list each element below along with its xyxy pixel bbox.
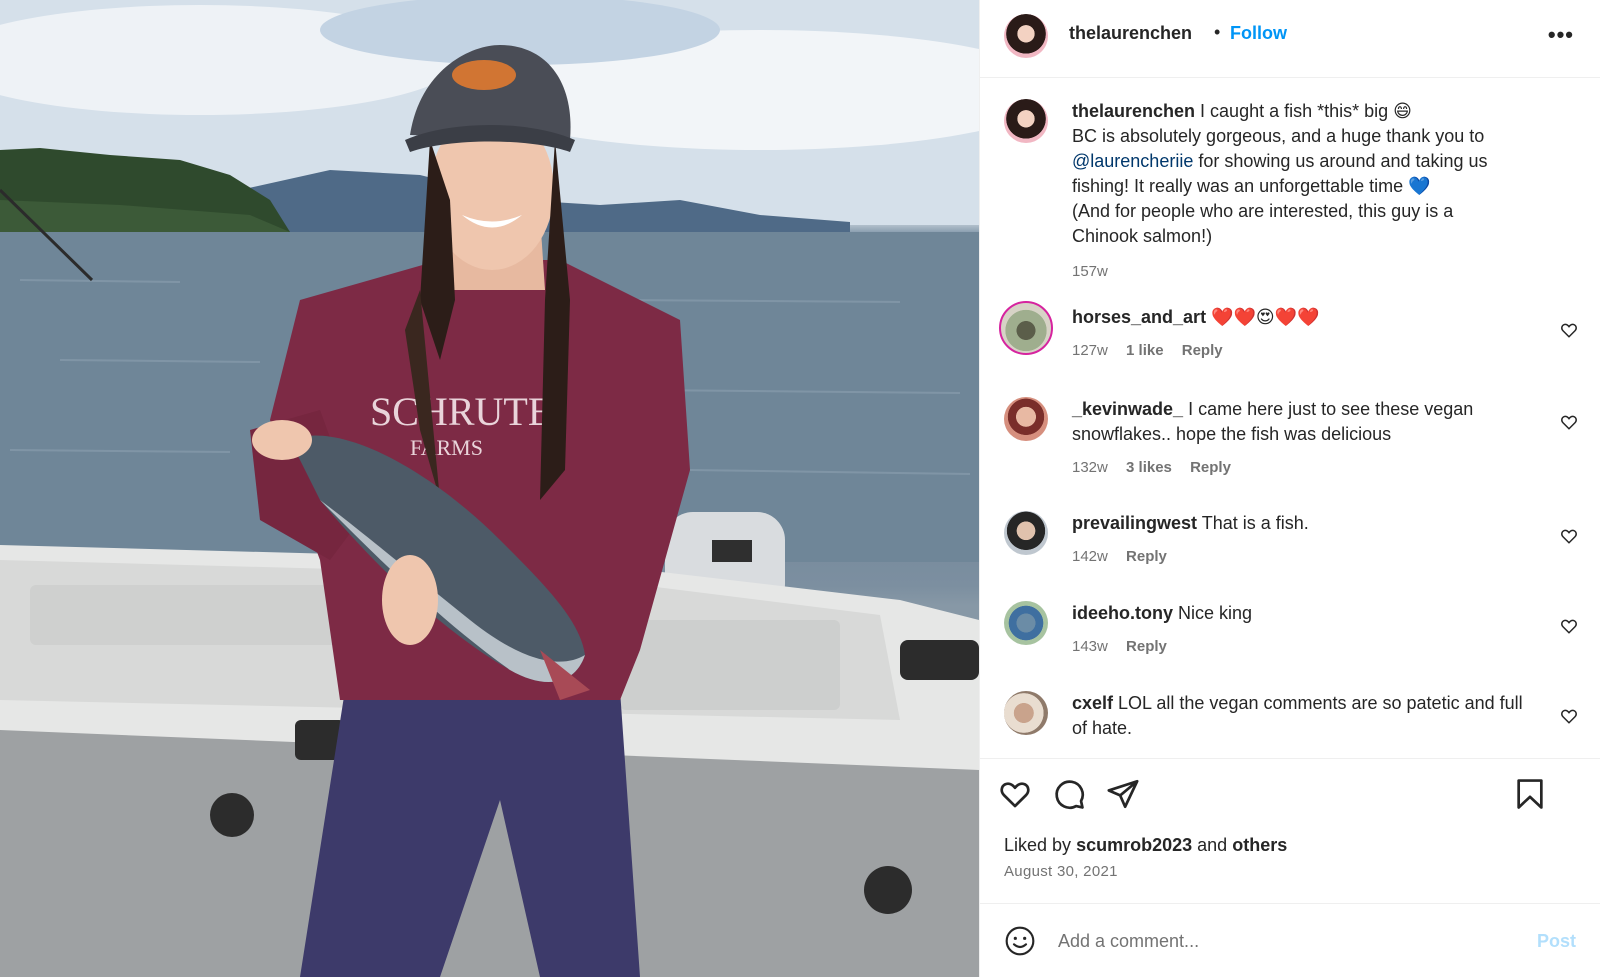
comment-avatar[interactable] bbox=[1004, 511, 1048, 555]
post-comment-button[interactable]: Post bbox=[1537, 931, 1576, 952]
comment-icon[interactable] bbox=[1052, 777, 1086, 811]
comment-time[interactable]: 143w bbox=[1072, 638, 1108, 655]
comment-text: ❤️❤️😍❤️❤️ bbox=[1211, 307, 1320, 327]
author-username[interactable]: thelaurenchen bbox=[1069, 23, 1192, 44]
comment-text: Nice king bbox=[1178, 603, 1253, 623]
post-details-panel: thelaurenchen • Follow ••• thelaurenchen… bbox=[979, 0, 1600, 977]
comment-username[interactable]: cxelf bbox=[1072, 693, 1113, 713]
caption-mention-link[interactable]: @laurencheriie bbox=[1072, 151, 1193, 171]
comment-text: LOL all the vegan comments are so pateti… bbox=[1072, 693, 1523, 738]
header-separator: • bbox=[1214, 22, 1221, 42]
comment-like-heart-icon[interactable] bbox=[1560, 527, 1578, 545]
comment-username[interactable]: _kevinwade_ bbox=[1072, 399, 1183, 419]
comment-like-heart-icon[interactable] bbox=[1560, 321, 1578, 339]
author-avatar[interactable] bbox=[1004, 14, 1048, 58]
add-comment-bar: Post bbox=[980, 903, 1600, 977]
sweater-print-decorative: SCHRUTE bbox=[370, 389, 552, 434]
comment-reply-button[interactable]: Reply bbox=[1190, 459, 1231, 476]
post-photo: SCHRUTE FARMS bbox=[0, 0, 979, 977]
caption-line-3: for showing us around and taking us bbox=[1198, 151, 1488, 171]
caption-line-1: I caught a fish *this* big 😄 bbox=[1200, 101, 1412, 121]
caption-line-4: fishing! It really was an unforgettable … bbox=[1072, 176, 1431, 196]
bookmark-icon[interactable] bbox=[1513, 777, 1547, 811]
comment-reply-button[interactable]: Reply bbox=[1182, 342, 1223, 359]
caption-line-2: BC is absolutely gorgeous, and a huge th… bbox=[1072, 126, 1485, 146]
post-header: thelaurenchen • Follow ••• bbox=[980, 0, 1600, 78]
post-actions: Liked by scumrob2023 and others August 3… bbox=[980, 758, 1600, 903]
comment-time[interactable]: 142w bbox=[1072, 548, 1108, 565]
sweater-print-decorative-2: FARMS bbox=[410, 435, 483, 460]
likes-prefix: Liked by bbox=[1004, 835, 1072, 855]
photo-illustration: SCHRUTE FARMS bbox=[0, 0, 979, 977]
comment-username[interactable]: prevailingwest bbox=[1072, 513, 1197, 533]
likes-others-link[interactable]: others bbox=[1232, 835, 1287, 855]
likes-user-link[interactable]: scumrob2023 bbox=[1076, 835, 1192, 855]
comment-avatar[interactable] bbox=[1004, 601, 1048, 645]
caption-avatar[interactable] bbox=[1004, 99, 1048, 143]
comment-avatar[interactable] bbox=[1004, 397, 1048, 441]
comments-list[interactable]: thelaurenchen I caught a fish *this* big… bbox=[980, 79, 1600, 757]
comment-reply-button[interactable]: Reply bbox=[1126, 548, 1167, 565]
post-date[interactable]: August 30, 2021 bbox=[1004, 863, 1118, 880]
comment-avatar[interactable] bbox=[1004, 691, 1048, 735]
comment-username[interactable]: horses_and_art bbox=[1072, 307, 1206, 327]
comment-time[interactable]: 132w bbox=[1072, 459, 1108, 476]
caption-line-5: (And for people who are interested, this… bbox=[1072, 201, 1454, 221]
comment-likes[interactable]: 1 like bbox=[1126, 342, 1164, 359]
comment-like-heart-icon[interactable] bbox=[1560, 707, 1578, 725]
heart-icon[interactable] bbox=[998, 777, 1032, 811]
comment-username[interactable]: ideeho.tony bbox=[1072, 603, 1173, 623]
comment-like-heart-icon[interactable] bbox=[1560, 413, 1578, 431]
comment-avatar[interactable] bbox=[999, 301, 1053, 355]
caption-time[interactable]: 157w bbox=[1072, 263, 1108, 280]
comment-likes[interactable]: 3 likes bbox=[1126, 459, 1172, 476]
likes-summary: Liked by scumrob2023 and others bbox=[1004, 835, 1287, 856]
comment-reply-button[interactable]: Reply bbox=[1126, 638, 1167, 655]
emoji-smile-icon[interactable] bbox=[1004, 925, 1036, 957]
likes-middle: and bbox=[1197, 835, 1228, 855]
follow-button[interactable]: Follow bbox=[1230, 23, 1287, 44]
caption-line-6: Chinook salmon!) bbox=[1072, 226, 1213, 246]
send-icon[interactable] bbox=[1106, 777, 1140, 811]
comment-text: That is a fish. bbox=[1201, 513, 1309, 533]
comment-time[interactable]: 127w bbox=[1072, 342, 1108, 359]
caption-username[interactable]: thelaurenchen bbox=[1072, 101, 1195, 121]
more-horizontal-icon[interactable]: ••• bbox=[1548, 24, 1574, 46]
add-comment-input[interactable] bbox=[1058, 924, 1498, 958]
comment-like-heart-icon[interactable] bbox=[1560, 617, 1578, 635]
